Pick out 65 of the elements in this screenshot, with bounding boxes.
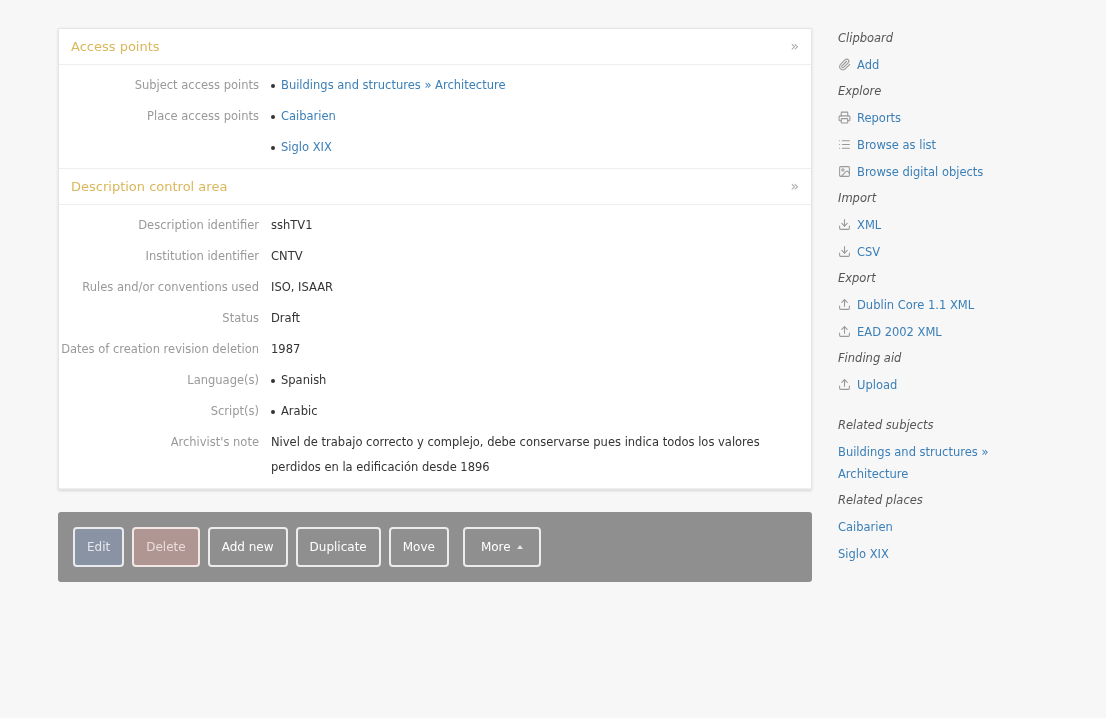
action-button[interactable]: Move (388, 527, 449, 567)
field-value: CNTV (271, 249, 303, 263)
sidebar-link[interactable]: Browse as list (838, 134, 1043, 156)
access-point-link[interactable]: Siglo XIX (281, 135, 332, 160)
bullet-icon (271, 378, 275, 383)
sidebar-heading: Clipboard (838, 30, 895, 47)
list-icon (838, 138, 851, 151)
action-button[interactable]: More (462, 527, 541, 567)
image-icon (838, 165, 851, 178)
field-label: Institution identifier (145, 249, 259, 263)
field-label: Rules and/or conventions used (82, 280, 259, 294)
section-title: Description control area (71, 177, 228, 196)
sidebar-heading: Export (838, 270, 877, 287)
upload-icon (838, 378, 851, 391)
action-button[interactable]: Edit (73, 527, 125, 567)
sidebar-link[interactable]: EAD 2002 XML (838, 321, 1043, 343)
field-value: sshTV1 (271, 218, 313, 232)
section-title: Access points (71, 37, 160, 56)
sidebar-heading: Related subjects (838, 417, 935, 434)
download-icon (838, 245, 851, 258)
field-value: Spanish (281, 372, 327, 389)
field-label: Script(s) (210, 404, 259, 418)
sidebar-link[interactable]: Siglo XIX (838, 543, 1043, 565)
field-label: Language(s) (187, 373, 259, 387)
action-button[interactable]: Add new (207, 527, 288, 567)
paperclip-icon (838, 58, 851, 71)
bullet-icon (271, 114, 275, 119)
sidebar-link[interactable]: Caibarien (838, 516, 1043, 538)
sidebar-link[interactable]: Reports (838, 107, 1043, 129)
field-value: ISO, ISAAR (271, 280, 333, 294)
sidebar-link[interactable]: Buildings and structures » Architecture (838, 441, 1043, 485)
field-value: Draft (271, 311, 300, 325)
sidebar-link[interactable]: Dublin Core 1.1 XML (838, 294, 1043, 316)
field-label: Archivist's note (170, 435, 259, 449)
sidebar-link[interactable]: Upload (838, 374, 1043, 396)
section-toggle[interactable]: » (790, 176, 799, 197)
caret-icon (516, 545, 523, 549)
access-point-link[interactable]: Caibarien (281, 104, 336, 129)
sidebar-link[interactable]: XML (838, 214, 1043, 236)
field-value: Arabic (281, 403, 318, 420)
print-icon (838, 111, 851, 124)
bullet-icon (271, 145, 275, 150)
sidebar-link[interactable]: Add (838, 54, 1043, 76)
sidebar-heading: Explore (838, 83, 883, 100)
field-label: Description identifier (138, 218, 259, 232)
sidebar-heading: Import (838, 190, 878, 207)
sidebar-heading: Related places (838, 492, 924, 509)
action-button[interactable]: Delete (132, 527, 200, 567)
sidebar-heading: Finding aid (838, 350, 903, 367)
field-label: Place access points (147, 109, 259, 123)
field-label: Dates of creation revision deletion (61, 342, 259, 356)
bullet-icon (271, 83, 275, 88)
field-value: Nivel de trabajo correcto y complejo, debe conservarse pues indica todos los valores perdidos en la edificación desde 1896 (271, 435, 760, 474)
access-point-link[interactable]: Buildings and structures » Architecture (281, 73, 506, 98)
sidebar-link[interactable]: Browse digital objects (838, 161, 1043, 183)
field-label: Subject access points (134, 78, 259, 92)
section-toggle[interactable]: » (790, 36, 799, 57)
field-value: 1987 (271, 342, 301, 356)
sidebar-link[interactable]: CSV (838, 241, 1043, 263)
bullet-icon (271, 409, 275, 414)
field-label: Status (222, 311, 259, 325)
upload-icon (838, 325, 851, 338)
upload-icon (838, 298, 851, 311)
action-button[interactable]: Duplicate (295, 527, 381, 567)
download-icon (838, 218, 851, 231)
